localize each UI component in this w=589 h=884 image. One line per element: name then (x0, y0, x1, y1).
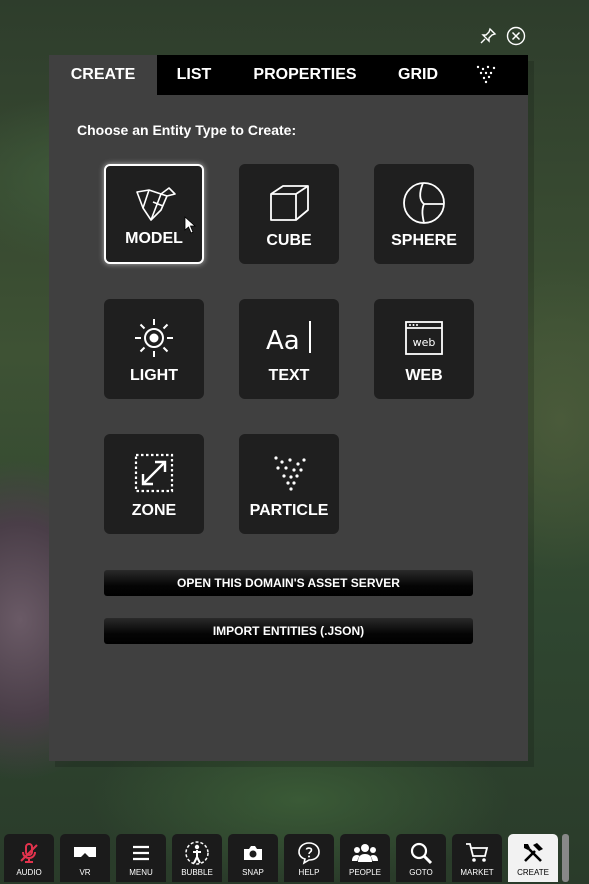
toolbar-audio-button[interactable]: AUDIO (4, 834, 54, 882)
light-tile[interactable]: LIGHT (104, 299, 204, 399)
sphere-icon (403, 182, 445, 224)
cube-icon (270, 185, 309, 221)
import-entities-button[interactable]: IMPORT ENTITIES (.JSON) (104, 618, 473, 644)
zone-icon (134, 453, 174, 493)
toolbar-snap-button[interactable]: SNAP (228, 834, 278, 882)
particle-label: PARTICLE (249, 502, 329, 519)
model-tile[interactable]: MODEL (104, 164, 204, 264)
tab-create[interactable]: CREATE (49, 55, 157, 95)
toolbar-snap-label: SNAP (242, 868, 264, 877)
particle-icon (274, 456, 306, 491)
toolbar-bubble-label: BUBBLE (181, 868, 213, 877)
toolbar-help-button[interactable]: HELP (284, 834, 334, 882)
toolbar-vr-label: VR (79, 868, 91, 877)
particle-tile[interactable]: PARTICLE (239, 434, 339, 534)
toolbar-scroll-handle[interactable] (562, 834, 569, 882)
vr-headset-icon (72, 840, 98, 866)
toolbar-people-button[interactable]: PEOPLE (340, 834, 390, 882)
web-icon-glyph: web (413, 336, 436, 349)
pin-icon[interactable] (478, 26, 498, 46)
toolbar-menu-button[interactable]: MENU (116, 834, 166, 882)
zone-label: ZONE (131, 502, 177, 519)
shopping-cart-icon (464, 840, 490, 866)
cube-tile[interactable]: CUBE (239, 164, 339, 264)
create-tools-icon (520, 840, 546, 866)
tab-bar: CREATE LIST PROPERTIES GRID (49, 55, 528, 95)
camera-icon (240, 840, 266, 866)
window-controls (478, 26, 526, 46)
toolbar-help-label: HELP (298, 868, 320, 877)
web-label: WEB (405, 367, 443, 384)
particles-icon (476, 65, 496, 84)
toolbar-goto-button[interactable]: GOTO (396, 834, 446, 882)
toolbar-menu-label: MENU (129, 868, 153, 877)
create-panel: CREATE LIST PROPERTIES GRID Choose an En… (49, 55, 528, 761)
sphere-tile[interactable]: SPHERE (374, 164, 474, 264)
text-icon: Aa (266, 321, 311, 356)
tab-grid[interactable]: GRID (379, 55, 457, 95)
web-icon: web (405, 321, 443, 355)
toolbar-bubble-button[interactable]: BUBBLE (172, 834, 222, 882)
light-icon (135, 319, 173, 357)
toolbar-create-label: CREATE (517, 868, 549, 877)
toolbar-market-label: MARKET (460, 868, 494, 877)
search-icon (408, 840, 434, 866)
text-label: TEXT (268, 367, 310, 384)
light-label: LIGHT (130, 367, 178, 384)
tab-list[interactable]: LIST (157, 55, 231, 95)
tab-particles[interactable] (457, 55, 517, 95)
bottom-toolbar: AUDIO VR MENU BUBBLE SNAP HELP PEOPLE GO… (0, 832, 589, 884)
cube-label: CUBE (266, 232, 312, 249)
toolbar-vr-button[interactable]: VR (60, 834, 110, 882)
web-tile[interactable]: web WEB (374, 299, 474, 399)
text-tile[interactable]: Aa TEXT (239, 299, 339, 399)
toolbar-audio-label: AUDIO (16, 868, 42, 877)
bubble-icon (184, 840, 210, 866)
close-icon[interactable] (506, 26, 526, 46)
model-icon (136, 187, 176, 221)
help-icon (296, 840, 322, 866)
hamburger-menu-icon (128, 840, 154, 866)
cursor-icon (184, 216, 197, 234)
people-icon (352, 840, 378, 866)
zone-tile[interactable]: ZONE (104, 434, 204, 534)
text-icon-glyph: Aa (266, 326, 300, 356)
tab-properties[interactable]: PROPERTIES (231, 55, 379, 95)
open-asset-server-button[interactable]: OPEN THIS DOMAIN'S ASSET SERVER (104, 570, 473, 596)
toolbar-create-button[interactable]: CREATE (508, 834, 558, 882)
toolbar-goto-label: GOTO (409, 868, 433, 877)
sphere-label: SPHERE (391, 232, 457, 249)
entity-type-prompt: Choose an Entity Type to Create: (77, 122, 297, 138)
toolbar-people-label: PEOPLE (348, 868, 381, 877)
toolbar-market-button[interactable]: MARKET (452, 834, 502, 882)
microphone-muted-icon (16, 840, 42, 866)
